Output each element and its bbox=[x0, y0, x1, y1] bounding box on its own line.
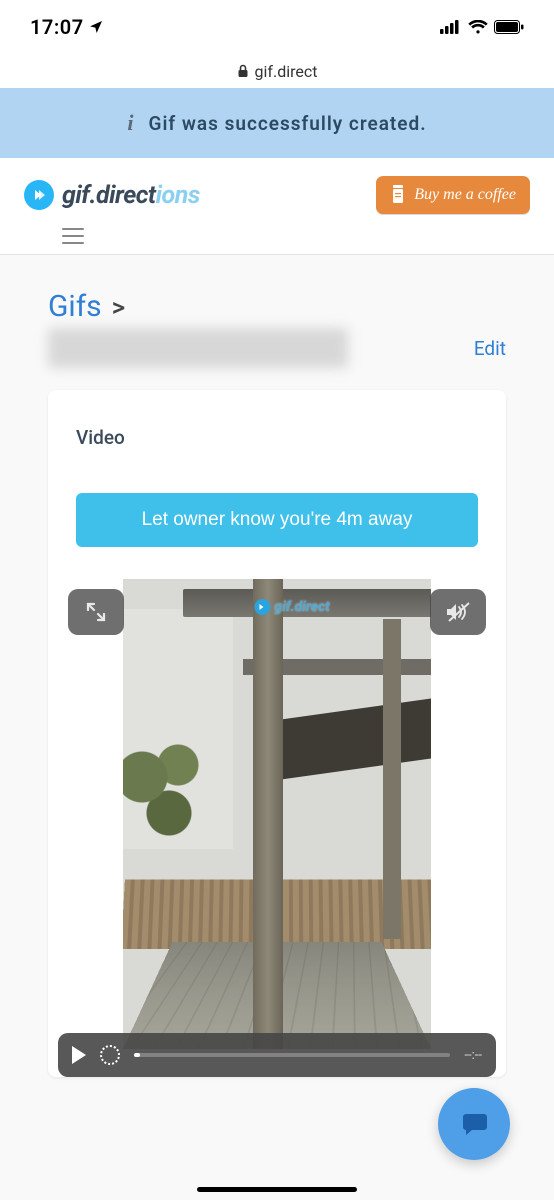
battery-icon bbox=[494, 20, 524, 34]
brand-logo-icon bbox=[24, 180, 54, 210]
chat-bubble-icon bbox=[460, 1111, 488, 1137]
info-icon: i bbox=[127, 110, 134, 136]
banner-text: Gif was successfully created. bbox=[149, 112, 427, 135]
brand-text-dark: gif.direct bbox=[62, 181, 156, 210]
watermark-logo-icon bbox=[254, 599, 270, 615]
video-player-bar: --:-- bbox=[58, 1033, 496, 1077]
brand-text-light: ions bbox=[156, 181, 200, 210]
notify-owner-button[interactable]: Let owner know you're 4m away bbox=[76, 493, 478, 547]
breadcrumb-root-link[interactable]: Gifs bbox=[48, 289, 102, 324]
page-title-redacted bbox=[48, 328, 348, 368]
volume-muted-icon bbox=[445, 601, 471, 623]
buy-coffee-label: Buy me a coffee bbox=[414, 186, 516, 204]
coffee-cup-icon bbox=[390, 185, 406, 205]
loading-spinner-icon bbox=[100, 1045, 120, 1065]
status-right-icons bbox=[440, 20, 524, 34]
lock-icon bbox=[237, 64, 249, 78]
mute-button[interactable] bbox=[430, 589, 486, 635]
chat-fab[interactable] bbox=[438, 1088, 510, 1160]
browser-url-bar[interactable]: gif.direct bbox=[0, 54, 554, 88]
site-header: gif.directions Buy me a coffee bbox=[0, 158, 554, 255]
status-bar: 17:07 bbox=[0, 0, 554, 54]
main-content: Gifs > Edit Video Let owner know you're … bbox=[0, 255, 554, 1077]
card-section-label: Video bbox=[76, 426, 478, 449]
brand[interactable]: gif.directions bbox=[24, 180, 200, 210]
video-card: Video Let owner know you're 4m away bbox=[48, 390, 506, 1077]
wifi-icon bbox=[468, 20, 488, 34]
clock-text: 17:07 bbox=[30, 15, 84, 39]
brand-text: gif.directions bbox=[62, 181, 200, 210]
location-arrow-icon bbox=[88, 19, 104, 35]
status-time: 17:07 bbox=[30, 15, 104, 39]
time-remaining: --:-- bbox=[464, 1048, 482, 1063]
watermark-text: gif.direct bbox=[274, 599, 329, 615]
edit-link[interactable]: Edit bbox=[474, 337, 506, 360]
home-indicator[interactable] bbox=[197, 1187, 357, 1192]
breadcrumb: Gifs > bbox=[48, 289, 506, 324]
video-frame[interactable]: gif.direct bbox=[123, 579, 431, 1049]
fullscreen-button[interactable] bbox=[68, 589, 124, 635]
cellular-icon bbox=[440, 20, 462, 34]
hamburger-menu-button[interactable] bbox=[62, 228, 84, 244]
video-watermark: gif.direct bbox=[254, 599, 329, 615]
progress-bar[interactable] bbox=[134, 1053, 450, 1057]
play-button[interactable] bbox=[72, 1046, 86, 1064]
buy-coffee-button[interactable]: Buy me a coffee bbox=[376, 176, 530, 214]
success-banner: i Gif was successfully created. bbox=[0, 88, 554, 158]
url-host: gif.direct bbox=[255, 62, 318, 81]
breadcrumb-separator: > bbox=[112, 293, 126, 323]
video-area: gif.direct bbox=[76, 579, 478, 1049]
expand-icon bbox=[85, 601, 107, 623]
